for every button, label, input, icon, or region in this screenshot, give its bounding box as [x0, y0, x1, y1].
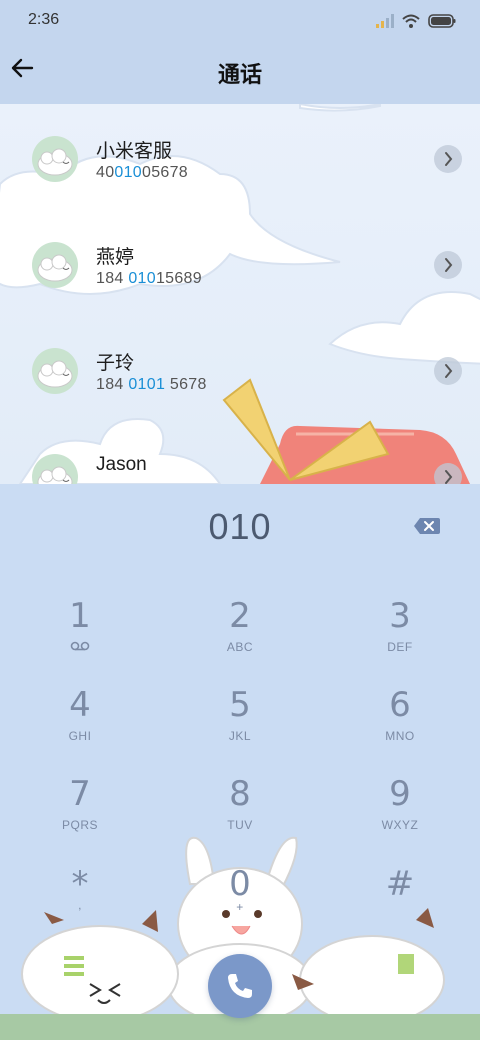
list-item[interactable]: 燕婷 184 01015689 [0, 210, 480, 316]
contact-name: Jason [96, 454, 147, 475]
contact-name: 小米客服 [96, 141, 173, 162]
avatar [32, 242, 78, 288]
key-8[interactable]: 8 TUV [180, 774, 300, 854]
list-item[interactable]: Jason [0, 422, 480, 484]
voicemail-icon [20, 640, 140, 655]
key-digit: 6 [389, 685, 411, 725]
number-highlight: 010 [128, 270, 156, 287]
avatar [32, 454, 78, 484]
key-2[interactable]: 2 ABC [180, 596, 300, 676]
contact-name: 子玲 [96, 353, 135, 374]
wifi-icon [402, 14, 420, 28]
key-letters: + [236, 900, 244, 914]
key-digit: 7 [69, 774, 91, 814]
page-title: 通话 [217, 62, 262, 87]
call-button[interactable] [208, 954, 272, 1018]
status-bar: 2:36 [0, 0, 480, 40]
key-7[interactable]: 7 PQRS [20, 774, 140, 854]
key-digit: 2 [229, 596, 251, 636]
sheep-avatar-icon [37, 148, 73, 176]
chevron-right-icon [445, 258, 453, 272]
key-letters: TUV [227, 818, 253, 832]
key-5[interactable]: 5 JKL [180, 685, 300, 765]
key-letters: PQRS [61, 818, 98, 832]
key-letters: ABC [226, 640, 254, 654]
key-digit: 1 [69, 596, 91, 636]
contact-name: 燕婷 [96, 247, 135, 268]
key-letters: DEF [387, 640, 413, 654]
contact-number: 4001005678 [96, 164, 189, 181]
key-0[interactable]: 0 + [180, 864, 300, 944]
list-item[interactable]: 小米客服 4001005678 [0, 104, 480, 210]
key-digit: 9 [389, 774, 411, 814]
number-highlight: 010 [114, 164, 143, 181]
detail-button[interactable] [434, 357, 462, 385]
detail-button[interactable] [434, 251, 462, 279]
key-6[interactable]: 6 MNO [340, 685, 460, 765]
sheep-avatar-icon [37, 254, 73, 282]
header: 通话 [0, 40, 480, 104]
key-4[interactable]: 4 GHI [20, 685, 140, 765]
key-3[interactable]: 3 DEF [340, 596, 460, 676]
chevron-right-icon [445, 470, 453, 484]
top-bar: 2:36 通话 [0, 0, 480, 104]
detail-button[interactable] [434, 145, 462, 173]
key-digit: 5 [229, 685, 251, 725]
contact-number: 184 01015689 [96, 270, 202, 287]
dialpad: 010 1 2 ABC 3 DEF 4 GHI 5 JKL 6 MNO 7 PQ… [0, 484, 480, 1040]
list-item[interactable]: 子玲 184 0101 5678 [0, 316, 480, 422]
key-star[interactable]: * , [20, 864, 140, 944]
signal-icon [376, 14, 394, 28]
dial-input[interactable]: 010 [0, 506, 480, 548]
key-hash[interactable]: # [340, 864, 460, 944]
contact-list[interactable]: 小米客服 4001005678 燕婷 184 01015689 子玲 184 0… [0, 104, 480, 484]
key-digit: 8 [229, 774, 251, 814]
sheep-avatar-icon [37, 360, 73, 388]
key-digit: 3 [389, 596, 411, 636]
key-digit: # [385, 864, 415, 904]
key-digit: 4 [69, 685, 91, 725]
key-digit: 0 [229, 864, 251, 904]
battery-icon [428, 14, 456, 28]
status-icons [376, 12, 456, 30]
backspace-icon[interactable] [412, 515, 442, 537]
key-letters: JKL [228, 729, 252, 743]
key-letters: WXYZ [381, 818, 419, 832]
sheep-avatar-icon [37, 466, 73, 484]
key-1[interactable]: 1 [20, 596, 140, 676]
key-letters: GHI [68, 729, 92, 743]
avatar [32, 136, 78, 182]
chevron-right-icon [445, 152, 453, 166]
key-letters: MNO [385, 729, 415, 743]
status-time: 2:36 [28, 11, 60, 28]
phone-icon [228, 974, 252, 998]
number-highlight: 0101 [128, 376, 166, 393]
detail-button[interactable] [434, 463, 462, 484]
chevron-right-icon [445, 364, 453, 378]
key-9[interactable]: 9 WXYZ [340, 774, 460, 854]
key-letters: , [78, 898, 82, 912]
avatar [32, 348, 78, 394]
contact-number: 184 0101 5678 [96, 376, 207, 393]
